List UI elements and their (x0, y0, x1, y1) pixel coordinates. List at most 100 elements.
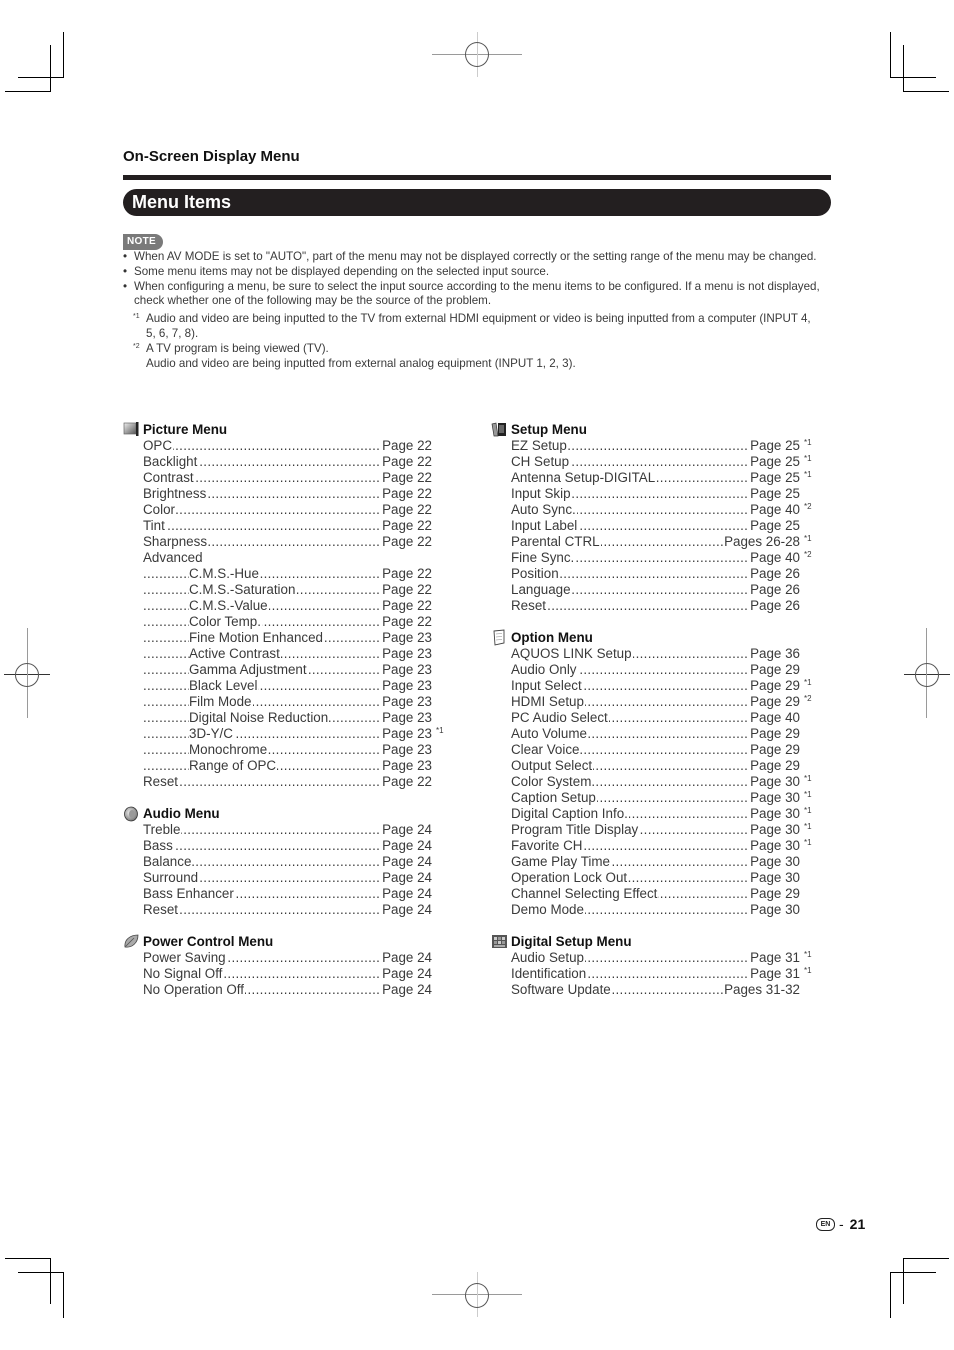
menu-item: ........................................… (123, 662, 432, 678)
menu-item: ........................................… (491, 758, 800, 774)
menu-item: ........................................… (123, 502, 432, 518)
menu-item: ........................................… (123, 902, 432, 918)
menu-item: ........................................… (491, 566, 800, 582)
menu-item: ........................................… (123, 694, 432, 710)
menu-item-label: Brightness (143, 486, 208, 502)
menu-item-page-ref: Page 29 (749, 678, 800, 694)
menu-item-label: Advanced (143, 550, 204, 566)
menu-item-label: Language (511, 582, 572, 598)
crop-mark-line (18, 77, 64, 78)
digital-setup-menu-icon (491, 933, 508, 950)
menu-item-label: Game Play Time (511, 854, 611, 870)
footnote-mark: *1 (804, 822, 812, 831)
heading-rule (123, 175, 831, 180)
menu-item-label: Balance (143, 854, 193, 870)
menu-item: ........................................… (491, 726, 800, 742)
menu-item-label: Fine Motion Enhanced (189, 630, 324, 646)
menu-item: ........................................… (491, 854, 800, 870)
menu-item: ........................................… (491, 662, 800, 678)
menu-item: ........................................… (123, 726, 444, 742)
menu-item-label: Software Update (511, 982, 612, 998)
page-separator: - (839, 1216, 844, 1232)
crop-mark-line (903, 1258, 904, 1304)
menu-item-page-ref: Page 23 (381, 742, 432, 758)
menu-item-label: C.M.S.-Saturation (189, 582, 297, 598)
menu-item-label: Sharpness (143, 534, 209, 550)
footnote-mark: *1 (804, 966, 812, 975)
menu-item-label: Power Saving (143, 950, 227, 966)
crop-mark-line (5, 91, 51, 92)
menu-item-label: Black Level (189, 678, 259, 694)
menu-item-label: Color System (511, 774, 593, 790)
menu-item: ........................................… (123, 854, 432, 870)
menu-title: Picture Menu (143, 422, 228, 437)
menu-item: ........................................… (123, 982, 432, 998)
menu-item: ........................................… (123, 886, 432, 902)
menu-item: ........................................… (491, 502, 812, 518)
menu-item: ........................................… (491, 742, 800, 758)
menu-item-label: C.M.S.-Value (189, 598, 269, 614)
title-bar: Menu Items (123, 189, 831, 216)
menu-item-page-ref: Page 29 (749, 694, 800, 710)
menu-item-page-ref: Page 31 (749, 966, 800, 982)
menu-item-label: Audio Setup (511, 950, 585, 966)
menu-item: ........................................… (123, 838, 432, 854)
menu-item: Advanced (123, 550, 432, 566)
power-control-menu-block: Power Control Menu......................… (123, 933, 432, 998)
menu-item-page-ref: Page 22 (381, 502, 432, 518)
menu-item-page-ref: Page 24 (381, 982, 432, 998)
menu-item-label: Parental CTRL (511, 534, 601, 550)
footnote-2: *2 A TV program is being viewed (TV). Au… (123, 342, 823, 372)
menu-item-page-ref: Page 30 (749, 822, 800, 838)
menu-item-page-ref: Page 40 (749, 710, 800, 726)
menu-title: Setup Menu (511, 422, 587, 437)
menu-item-page-ref: Page 26 (749, 582, 800, 598)
menu-item-page-ref: Page 30 (749, 870, 800, 886)
menu-item: ........................................… (123, 950, 432, 966)
page-number: EN - 21 (816, 1216, 865, 1232)
menu-item-label: Backlight (143, 454, 199, 470)
menu-item: ........................................… (123, 582, 432, 598)
menu-item: ........................................… (491, 646, 800, 662)
menu-item-page-ref: Page 22 (381, 566, 432, 582)
menu-item: ........................................… (123, 454, 432, 470)
menu-item: ........................................… (491, 774, 812, 790)
menu-item: ........................................… (491, 822, 812, 838)
footnote-1: *1 Audio and video are being inputted to… (123, 312, 823, 342)
menu-item-page-ref: Page 25 (749, 486, 800, 502)
menu-item-label: Operation Lock Out (511, 870, 629, 886)
menu-item: ........................................… (123, 822, 432, 838)
power-control-menu-icon (123, 933, 140, 950)
notes: When AV MODE is set to "AUTO", part of t… (123, 250, 823, 371)
menu-item-page-ref: Page 29 (749, 726, 800, 742)
menu-item: ........................................… (491, 438, 812, 454)
menu-item-page-ref: Page 30 (749, 838, 800, 854)
menu-heading: Setup Menu (491, 421, 800, 438)
menu-item-label: Favorite CH (511, 838, 584, 854)
footnote-mark: *1 (804, 774, 812, 783)
menu-item-page-ref: Page 22 (381, 534, 432, 550)
note-bullet: When AV MODE is set to "AUTO", part of t… (123, 250, 823, 265)
menu-item-page-ref: Page 23 (381, 694, 432, 710)
page-number-value: 21 (849, 1216, 866, 1232)
menu-item-label: Bass Enhancer (143, 886, 235, 902)
menu-item-page-ref: Page 40 (749, 502, 800, 518)
menu-item-page-ref: Page 22 (381, 518, 432, 534)
menu-item-page-ref: Page 29 (749, 742, 800, 758)
menu-item-label: Channel Selecting Effect (511, 886, 659, 902)
footnote-mark: *1 (436, 726, 444, 735)
note-badge: NOTE (123, 234, 163, 250)
menu-item-label: No Operation Off (143, 982, 245, 998)
menu-item: ........................................… (123, 966, 432, 982)
menu-item-label: Identification (511, 966, 588, 982)
menu-item-page-ref: Page 23 (381, 678, 432, 694)
menu-item-page-ref: Page 24 (381, 966, 432, 982)
footnote-text: Audio and video are being inputted to th… (146, 312, 811, 340)
picture-menu-icon (123, 421, 140, 438)
menu-item-label: Auto Volume (511, 726, 588, 742)
footnote-mark: *1 (133, 313, 140, 321)
footnote-mark: *2 (133, 342, 140, 350)
menu-item-page-ref: Page 22 (381, 582, 432, 598)
menu-item-page-ref: Page 23 (381, 758, 432, 774)
menu-item: ........................................… (491, 486, 800, 502)
